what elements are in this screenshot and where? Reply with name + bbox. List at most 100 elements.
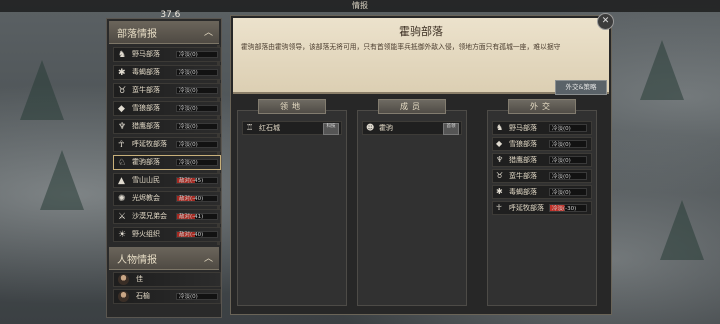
person-item[interactable]: 石榆 冷淡(0) — [113, 289, 221, 304]
diplomacy-column: 外交 ♞ 野马部落 冷淡(0) ◆ 雪狼部落 冷淡(0) ♆ 猎鹰部落 冷淡(0) ♉ 蛮牛部落 冷淡… — [487, 99, 597, 306]
mountain-icon: ▲ — [118, 176, 125, 186]
tribe-name: 呼延牧部落 — [509, 204, 544, 212]
tribe-description: 霍驹部落由霍驹领导，该部落无将可用，只有首领能率兵抵御外敌入侵，领地方面只有孤城… — [241, 43, 561, 51]
relation-status: 冷淡(0) — [549, 172, 587, 180]
top-bar: 情报 — [0, 0, 720, 12]
territory-item[interactable]: ♖ 红石城 科技 — [242, 121, 342, 135]
tribe-name: 野马部落 — [132, 50, 160, 58]
tribe-list-item[interactable]: ◆ 雪狼部落 冷淡(0) — [113, 101, 221, 116]
avatar — [118, 274, 129, 285]
tribe-list-item[interactable]: ✺ 光烬教会 敌对(-40) — [113, 191, 221, 206]
tree-decor — [640, 40, 684, 100]
relation-status: 冷淡(0) — [176, 105, 218, 112]
tribe-name: 蛮牛部落 — [509, 172, 537, 180]
people-intel-label: 人物情报 — [117, 255, 157, 266]
relation-status: 冷淡(0) — [176, 159, 218, 166]
tribe-title: 霍驹部落 — [399, 25, 443, 38]
relation-status: 冷淡(0) — [176, 51, 218, 58]
relation-status: 冷淡(0) — [549, 188, 587, 196]
diplomacy-strategy-button[interactable]: 外交&策略 — [555, 80, 607, 95]
tribe-list-item[interactable]: ♉ 蛮牛部落 冷淡(0) — [113, 83, 221, 98]
territory-column: 领地 ♖ 红石城 科技 — [237, 99, 347, 306]
territory-tag[interactable]: 科技 — [323, 123, 339, 135]
tree-decor — [20, 60, 64, 120]
relation-status: 冷淡(0) — [176, 293, 218, 300]
person-item[interactable]: 佳 — [113, 272, 221, 287]
bull-icon: ♉ — [496, 171, 504, 180]
relation-status: 冷淡(0) — [176, 141, 218, 148]
tribe-name: 呼延牧部落 — [132, 140, 167, 148]
members-header: 成员 — [378, 99, 446, 114]
diplomacy-item[interactable]: ✱ 毒蝎部落 冷淡(0) — [492, 185, 592, 199]
tribe-name: 毒蝎部落 — [509, 188, 537, 196]
diplomacy-item[interactable]: ☥ 呼延牧部落 冷淡(-30) — [492, 201, 592, 215]
relation-status: 敌对(-45) — [176, 177, 218, 184]
territory-name: 红石城 — [259, 124, 280, 132]
eagle-icon: ♆ — [118, 122, 127, 132]
chevron-up-icon[interactable]: ︿ — [204, 251, 213, 264]
tribe-name: 猎鹰部落 — [132, 122, 160, 130]
tribe-intel-label: 部落情报 — [117, 29, 157, 40]
territory-header: 领地 — [258, 99, 326, 114]
diplomacy-item[interactable]: ♞ 野马部落 冷淡(0) — [492, 121, 592, 135]
diplomacy-item[interactable]: ♆ 猎鹰部落 冷淡(0) — [492, 153, 592, 167]
spider-icon: ✱ — [118, 68, 126, 78]
spider-icon: ✱ — [496, 187, 503, 196]
members-column: 成员 ☻ 霍驹 首领 — [357, 99, 467, 306]
tribe-list-item[interactable]: ☥ 呼延牧部落 冷淡(0) — [113, 137, 221, 152]
tribe-list-item[interactable]: ☀ 野火组织 敌对(-40) — [113, 227, 221, 242]
relation-status: 冷淡(0) — [176, 87, 218, 94]
member-item[interactable]: ☻ 霍驹 首领 — [362, 121, 462, 135]
tribe-intel-header[interactable]: 部落情报 ︿ — [109, 21, 219, 44]
horse-icon: ♞ — [496, 123, 504, 132]
tribe-list-item[interactable]: ✱ 毒蝎部落 冷淡(0) — [113, 65, 221, 80]
chevron-up-icon[interactable]: ︿ — [204, 25, 213, 38]
relation-status: 敌对(-40) — [176, 195, 218, 202]
tribe-name: 雪山山民 — [132, 176, 160, 184]
horse-icon: ♞ — [118, 50, 127, 60]
people-intel-header[interactable]: 人物情报 ︿ — [109, 247, 219, 270]
tribe-list-item[interactable]: ⚔ 沙漠兄弟会 敌对(-41) — [113, 209, 221, 224]
fire-icon: ☀ — [118, 230, 127, 240]
tribe-summary: 霍驹部落 霍驹部落由霍驹领导，该部落无将可用，只有首领能率兵抵御外敌入侵，领地方… — [233, 18, 609, 95]
crossed-swords-icon: ⚔ — [118, 212, 127, 222]
tribe-name: 野马部落 — [509, 124, 537, 132]
diplomacy-item[interactable]: ◆ 雪狼部落 冷淡(0) — [492, 137, 592, 151]
tribe-name: 光烬教会 — [132, 194, 160, 202]
tribe-detail-panel: 霍驹部落 霍驹部落由霍驹领导，该部落无将可用，只有首领能率兵抵御外敌入侵，领地方… — [230, 15, 612, 315]
tree-decor — [660, 200, 704, 260]
intel-sidebar: 部落情报 ︿ ♞ 野马部落 冷淡(0) ✱ 毒蝎部落 冷淡(0) ♉ 蛮牛部落 冷淡(0) ◆ 雪狼… — [106, 18, 222, 318]
eagle-icon: ♆ — [496, 155, 504, 164]
relation-status: 冷淡(0) — [549, 140, 587, 148]
totem-icon: ☥ — [118, 140, 125, 150]
tribe-name: 沙漠兄弟会 — [132, 212, 167, 220]
relation-status: 冷淡(0) — [549, 156, 587, 164]
member-tag[interactable]: 首领 — [443, 123, 459, 135]
tribe-name: 雪狼部落 — [132, 104, 160, 112]
diplomacy-item[interactable]: ♉ 蛮牛部落 冷淡(0) — [492, 169, 592, 183]
tribe-list-item[interactable]: ▲ 雪山山民 敌对(-45) — [113, 173, 221, 188]
relation-status: 敌对(-41) — [176, 213, 218, 220]
relation-status: 冷淡(0) — [176, 123, 218, 130]
tribe-list-item[interactable]: ♆ 猎鹰部落 冷淡(0) — [113, 119, 221, 134]
tree-decor — [40, 150, 84, 210]
relation-status: 敌对(-40) — [176, 231, 218, 238]
tribe-name: 蛮牛部落 — [132, 86, 160, 94]
wolf-icon: ◆ — [496, 139, 503, 148]
relation-status: 冷淡(0) — [549, 124, 587, 132]
tribe-list-item[interactable]: ♞ 野马部落 冷淡(0) — [113, 47, 221, 62]
avatar — [118, 291, 129, 302]
person-name: 佳 — [136, 275, 143, 283]
tribe-name: 雪狼部落 — [509, 140, 537, 148]
diplomacy-header: 外交 — [508, 99, 576, 114]
tribe-list-item[interactable]: ♘ 霍驹部落 冷淡(0) — [113, 155, 221, 170]
window-title: 情报 — [352, 1, 368, 10]
bull-icon: ♉ — [118, 86, 127, 96]
wolf-icon: ◆ — [118, 104, 125, 114]
tribe-name: 毒蝎部落 — [132, 68, 160, 76]
flame-icon: ✺ — [118, 194, 126, 204]
relation-status: 冷淡(0) — [176, 69, 218, 76]
city-icon: ♖ — [246, 123, 254, 132]
tribe-list: ♞ 野马部落 冷淡(0) ✱ 毒蝎部落 冷淡(0) ♉ 蛮牛部落 冷淡(0) ◆ 雪狼部落 冷淡(0)… — [113, 47, 221, 245]
close-icon[interactable]: ✕ — [597, 13, 614, 30]
